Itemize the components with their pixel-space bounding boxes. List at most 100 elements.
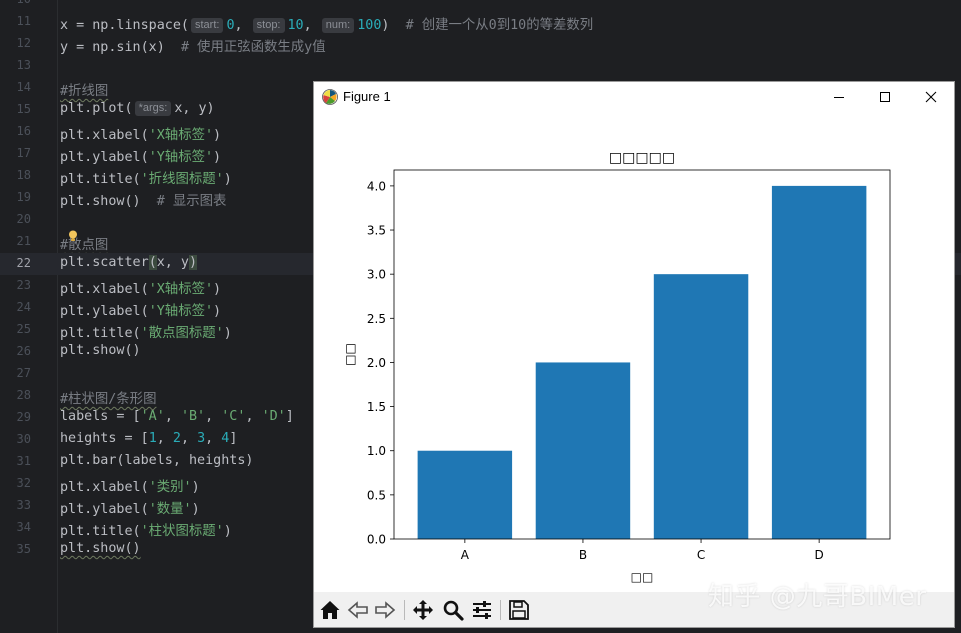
code-token: 10 xyxy=(287,18,304,33)
lightbulb-icon[interactable] xyxy=(68,230,78,242)
code-token: plt.show() xyxy=(60,343,141,358)
code-text[interactable]: heights = [1, 2, 3, 4] xyxy=(60,431,237,446)
toolbar-separator xyxy=(500,600,501,620)
code-text[interactable]: plt.plot(*args: x, y) xyxy=(60,101,215,116)
code-token: 100 xyxy=(357,18,382,33)
line-number: 15 xyxy=(16,102,31,116)
code-line[interactable]: 12 y = np.sin(x) # 使用正弦函数生成y值 xyxy=(0,33,961,55)
code-token: ) xyxy=(381,18,406,33)
pan-button[interactable] xyxy=(410,597,436,623)
code-token: , xyxy=(245,409,262,424)
code-text[interactable]: plt.xlabel('X轴标签') xyxy=(60,123,221,143)
close-button[interactable] xyxy=(908,82,954,112)
back-arrow-icon xyxy=(347,601,368,619)
code-token: 'X轴标签' xyxy=(148,282,214,297)
code-text[interactable]: plt.scatter(x, y) xyxy=(60,255,198,270)
back-button[interactable] xyxy=(345,597,371,623)
configure-subplots-button[interactable] xyxy=(469,597,495,623)
code-token: # 使用正弦函数生成y值 xyxy=(180,40,326,55)
code-token: , xyxy=(234,18,251,33)
code-token: , xyxy=(156,431,173,446)
code-text[interactable]: plt.ylabel('Y轴标签') xyxy=(60,145,221,165)
code-line[interactable]: 11 x = np.linspace(start: 0, stop: 10, num:… xyxy=(0,11,961,33)
bar xyxy=(653,274,749,539)
zoom-button[interactable] xyxy=(440,597,466,623)
code-line[interactable]: 13 xyxy=(0,55,961,77)
code-token: ) xyxy=(223,326,232,341)
line-number: 17 xyxy=(16,146,31,160)
bar xyxy=(417,450,513,539)
code-text[interactable]: plt.xlabel('X轴标签') xyxy=(60,277,221,297)
x-tick-label: C xyxy=(697,548,705,562)
code-token: ) xyxy=(223,172,232,187)
code-text[interactable]: x = np.linspace(start: 0, stop: 10, num: 10… xyxy=(60,13,593,33)
save-disk-icon xyxy=(509,600,529,620)
parameter-hint: num: xyxy=(321,18,355,33)
code-text[interactable]: plt.ylabel('数量') xyxy=(60,497,200,517)
code-token: '柱状图标题' xyxy=(140,524,224,539)
code-token: ] xyxy=(285,409,294,424)
code-token: ) xyxy=(191,502,200,517)
x-tick-label: D xyxy=(815,548,824,562)
line-number: 10 xyxy=(0,0,31,6)
code-text[interactable]: #折线图 xyxy=(60,79,108,99)
code-token: ) xyxy=(213,128,222,143)
figure-window[interactable]: Figure 1 A B C D 0.0 0.5 1.0 1.5 2.0 2.5 3.0 3.5 4.0… xyxy=(314,82,954,627)
line-number: 27 xyxy=(16,366,31,380)
forward-button[interactable] xyxy=(372,597,398,623)
code-token: 'B' xyxy=(180,409,206,424)
code-token: , xyxy=(164,409,181,424)
code-token: 'X轴标签' xyxy=(148,128,214,143)
window-title: Figure 1 xyxy=(343,89,391,104)
code-token: , xyxy=(205,431,222,446)
code-token: plt.title( xyxy=(60,524,141,539)
minimize-button[interactable] xyxy=(816,82,862,112)
code-text[interactable]: #柱状图/条形图 xyxy=(60,387,156,407)
code-token: plt.ylabel( xyxy=(60,502,149,517)
code-text[interactable]: labels = ['A', 'B', 'C', 'D'] xyxy=(60,409,294,424)
line-number: 24 xyxy=(16,300,31,314)
chart-title: □□□□□ xyxy=(609,150,675,166)
code-token: 'Y轴标签' xyxy=(148,150,214,165)
maximize-button[interactable] xyxy=(862,82,908,112)
code-text[interactable]: plt.xlabel('类别') xyxy=(60,475,200,495)
y-tick-label: 0.5 xyxy=(367,488,386,502)
maximize-icon xyxy=(880,92,890,102)
code-token: ) xyxy=(191,480,200,495)
line-number: 14 xyxy=(16,80,31,94)
code-line[interactable]: 10 xyxy=(0,0,961,11)
configure-sliders-icon xyxy=(473,601,491,619)
code-text[interactable]: plt.show() # 显示图表 xyxy=(60,189,226,209)
y-tick-label: 3.5 xyxy=(367,224,386,238)
code-token: y = np.sin(x) xyxy=(60,40,181,55)
code-text[interactable]: plt.title('散点图标题') xyxy=(60,321,232,341)
code-text[interactable]: plt.ylabel('Y轴标签') xyxy=(60,299,221,319)
line-number: 11 xyxy=(16,14,31,28)
code-text[interactable]: plt.show() xyxy=(60,343,141,358)
code-text[interactable]: plt.bar(labels, heights) xyxy=(60,453,253,468)
code-text[interactable]: plt.show() xyxy=(60,541,141,556)
code-token: x = np.linspace( xyxy=(60,18,189,33)
x-tick-label: A xyxy=(461,548,470,562)
line-number: 26 xyxy=(16,344,31,358)
close-icon xyxy=(925,91,937,103)
code-token: plt.xlabel( xyxy=(60,282,149,297)
home-icon xyxy=(320,601,340,619)
code-text[interactable]: y = np.sin(x) # 使用正弦函数生成y值 xyxy=(60,35,326,55)
line-number: 19 xyxy=(16,190,31,204)
watermark-text: 知乎 @九哥BIMer xyxy=(708,582,927,612)
line-number: 29 xyxy=(16,410,31,424)
home-button[interactable] xyxy=(317,597,343,623)
window-titlebar[interactable]: Figure 1 xyxy=(314,82,954,112)
x-tick-label: B xyxy=(579,548,587,562)
line-number: 12 xyxy=(16,36,31,50)
line-number: 22 xyxy=(16,256,31,270)
save-button[interactable] xyxy=(506,597,532,623)
code-text[interactable]: plt.title('折线图标题') xyxy=(60,167,232,187)
code-text[interactable]: plt.title('柱状图标题') xyxy=(60,519,232,539)
parameter-hint: stop: xyxy=(252,18,285,33)
code-token: 1 xyxy=(148,431,157,446)
plot-canvas[interactable]: A B C D 0.0 0.5 1.0 1.5 2.0 2.5 3.0 3.5 4.0 □□□□□ □□ □□ xyxy=(314,112,954,592)
code-token: ) xyxy=(213,150,222,165)
code-token: plt.show() xyxy=(60,194,157,209)
